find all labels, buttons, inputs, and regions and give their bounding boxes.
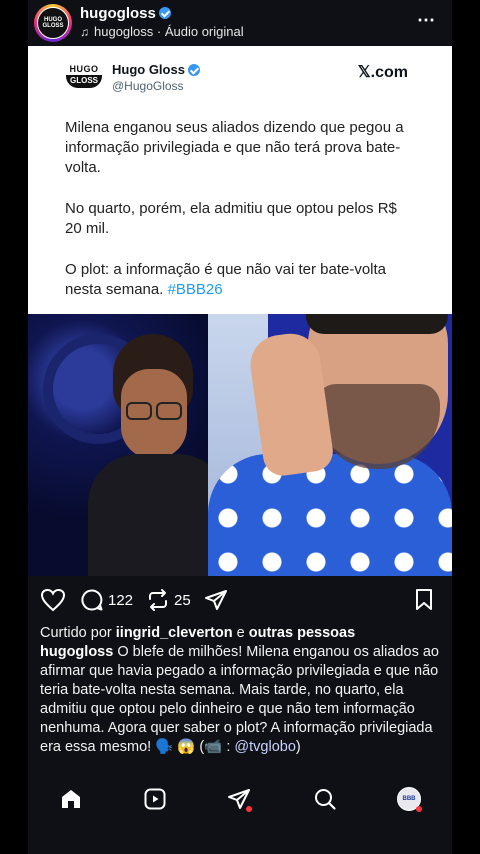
share-button[interactable] [204, 588, 228, 612]
tweet-paragraph-3-text: O plot: a informação é que não vai ter b… [65, 261, 387, 298]
reel-video[interactable] [28, 314, 452, 576]
story-ring[interactable]: HUGO GLOSS [34, 4, 72, 42]
tweet-card: HUGO GLOSS Hugo Gloss @HugoGloss 𝕏.com M… [28, 46, 452, 314]
audio-title[interactable]: Áudio original [165, 24, 244, 39]
comment-button[interactable]: 122 [80, 588, 133, 612]
liked-by-line[interactable]: Curtido por iingrid_cleverton e outras p… [40, 624, 444, 643]
hugo-gloss-logo: HUGO GLOSS [66, 64, 102, 94]
send-icon [205, 590, 227, 610]
liked-by-user[interactable]: iingrid_cleverton [116, 625, 233, 641]
music-note-icon: ♫ [80, 25, 89, 39]
audio-separator: · [153, 24, 165, 39]
post-header: HUGO GLOSS hugogloss ♫ hugogloss · Áudio … [28, 0, 452, 46]
notification-dot [246, 806, 252, 812]
username-text[interactable]: hugogloss [80, 5, 156, 22]
logo-top-text: HUGO [69, 64, 99, 74]
video-person-right [208, 314, 452, 576]
caption-credit-prefix: (📹 : [199, 739, 231, 755]
profile-notification-dot [416, 806, 422, 812]
caption-credit-suffix: ) [295, 739, 301, 755]
audio-user[interactable]: hugogloss [94, 24, 153, 39]
save-button[interactable] [414, 588, 434, 612]
bottom-navigation: BBB [28, 776, 452, 824]
tweet-paragraph-2: No quarto, porém, ela admitiu que optou … [65, 200, 397, 237]
liked-by-and: e [236, 625, 245, 641]
tweet-body: Milena enganou seus aliados dizendo que … [65, 118, 415, 321]
caption-mention[interactable]: @tvglobo [234, 739, 295, 755]
tweet-verified-icon [187, 63, 200, 76]
audio-label[interactable]: ♫ hugogloss · Áudio original [80, 24, 244, 39]
nav-reels[interactable] [140, 784, 170, 814]
tweet-author-name: Hugo Gloss [112, 62, 200, 77]
bookmark-icon [416, 589, 432, 610]
nav-search[interactable] [310, 784, 340, 814]
liked-by-others[interactable]: outras pessoas [249, 625, 355, 641]
caption-text: hugogloss O blefe de milhões! Milena eng… [40, 643, 444, 757]
post-actions: 122 25 [28, 578, 452, 622]
home-icon [62, 790, 80, 808]
nav-home[interactable] [56, 784, 86, 814]
x-logo-text: 𝕏.com [357, 64, 408, 81]
post-caption: Curtido por iingrid_cleverton e outras p… [40, 624, 444, 757]
username[interactable]: hugogloss [80, 5, 171, 22]
more-options-icon[interactable]: ⋯ [417, 10, 436, 31]
repost-icon [149, 589, 167, 611]
search-icon [315, 789, 336, 810]
avatar[interactable]: HUGO GLOSS [37, 7, 69, 39]
comment-count: 122 [108, 591, 134, 609]
reels-icon [144, 788, 166, 810]
nav-profile[interactable]: BBB [394, 784, 424, 814]
tweet-paragraph-1: Milena enganou seus aliados dizendo que … [65, 119, 404, 176]
verified-badge-icon [158, 7, 171, 20]
caption-username[interactable]: hugogloss [40, 644, 113, 660]
caption-emojis: 🗣️ 😱 [155, 739, 196, 755]
tweet-hashtag[interactable]: #BBB26 [168, 281, 223, 298]
video-person-left [88, 334, 228, 576]
instagram-post-screen: HUGO GLOSS hugogloss ♫ hugogloss · Áudio … [28, 0, 452, 854]
tweet-paragraph-3: O plot: a informação é que não vai ter b… [65, 260, 415, 300]
repost-button[interactable]: 25 [146, 588, 191, 612]
liked-by-prefix: Curtido por [40, 625, 112, 641]
comment-icon [81, 589, 103, 611]
heart-icon [40, 588, 66, 612]
tweet-handle: @HugoGloss [112, 79, 184, 93]
tweet-author-name-text: Hugo Gloss [112, 62, 185, 77]
repost-count: 25 [174, 591, 191, 609]
like-button[interactable] [40, 588, 66, 612]
nav-messages[interactable] [224, 784, 254, 814]
logo-bottom-text: GLOSS [66, 75, 102, 88]
